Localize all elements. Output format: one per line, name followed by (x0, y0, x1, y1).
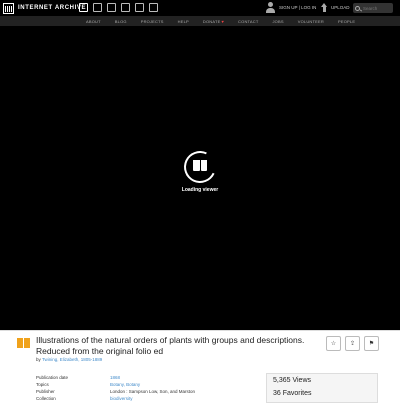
metadata-row: Publication date 1868 (36, 374, 195, 381)
top-bar: INTERNET ARCHIVE SIGN UP | LOG IN UPLOAD… (0, 0, 400, 16)
nav-contact[interactable]: CONTACT (238, 19, 258, 24)
item-stats: 5,365 Views 36 Favorites (266, 373, 378, 403)
metadata-list: Publication date 1868 Topics Botany, Bot… (36, 374, 195, 402)
metadata-row: Publisher London : Sampson Low, Son, and… (36, 388, 195, 395)
item-byline: by Twining, Elizabeth, 1805-1889 (36, 357, 102, 362)
signup-login-link[interactable]: SIGN UP | LOG IN (279, 5, 316, 10)
metadata-value-link[interactable]: Botany, Botany (110, 381, 140, 388)
archive-logo-icon (3, 2, 14, 14)
user-menu[interactable]: SIGN UP | LOG IN (266, 2, 316, 13)
book-icon (193, 160, 207, 172)
nav-blog[interactable]: BLOG (115, 19, 127, 24)
logo-text: INTERNET ARCHIVE (18, 5, 87, 11)
favorite-button[interactable]: ☆ (326, 336, 341, 351)
search-input[interactable]: Search (353, 3, 393, 13)
item-details: Illustrations of the natural orders of p… (0, 330, 400, 403)
metadata-key: Topics (36, 382, 49, 387)
nav-projects[interactable]: PROJECTS (141, 19, 164, 24)
book-viewer[interactable]: Loading viewer (0, 26, 400, 330)
metadata-row: Collection biodiversity (36, 395, 195, 402)
author-link[interactable]: Twining, Elizabeth, 1805-1889 (42, 357, 102, 362)
nav-donate[interactable]: DONATE♥ (203, 19, 224, 24)
loading-text: Loading viewer (181, 187, 219, 193)
audio-icon[interactable] (121, 3, 130, 12)
views-count: 5,365 Views (273, 377, 312, 384)
metadata-key: Collection (36, 396, 56, 401)
video-icon[interactable] (107, 3, 116, 12)
flag-button[interactable]: ⚑ (364, 336, 379, 351)
user-icon (266, 2, 275, 13)
logo-link[interactable]: INTERNET ARCHIVE (3, 2, 86, 14)
flag-icon: ⚑ (368, 341, 375, 347)
metadata-row: Topics Botany, Botany (36, 381, 195, 388)
nav-about[interactable]: ABOUT (86, 19, 101, 24)
upload-button[interactable]: UPLOAD (321, 3, 350, 12)
heart-icon: ♥ (221, 18, 225, 24)
web-icon[interactable] (79, 3, 88, 12)
item-title: Illustrations of the natural orders of p… (36, 335, 305, 356)
texts-icon (17, 338, 30, 348)
software-icon[interactable] (135, 3, 144, 12)
metadata-key: Publisher (36, 389, 55, 394)
nav-people[interactable]: PEOPLE (338, 19, 355, 24)
nav-help[interactable]: HELP (178, 19, 189, 24)
upload-icon (321, 3, 328, 12)
texts-icon[interactable] (93, 3, 102, 12)
item-actions: ☆ ⇪ ⚑ (326, 336, 379, 351)
nav-jobs[interactable]: JOBS (272, 19, 283, 24)
search-icon (355, 5, 360, 11)
metadata-value-link[interactable]: 1868 (110, 374, 120, 381)
share-icon: ⇪ (349, 341, 356, 347)
nav-volunteer[interactable]: VOLUNTEER (298, 19, 324, 24)
metadata-value: London : Sampson Low, Son, and Marston (110, 389, 196, 394)
secondary-nav: ABOUT BLOG PROJECTS HELP DONATE♥ CONTACT… (0, 16, 400, 26)
upload-label: UPLOAD (331, 5, 350, 10)
share-button[interactable]: ⇪ (345, 336, 360, 351)
metadata-key: Publication date (36, 375, 69, 380)
search-placeholder: Search (363, 5, 378, 11)
star-icon: ☆ (330, 341, 337, 347)
media-type-icons (79, 3, 158, 12)
images-icon[interactable] (149, 3, 158, 12)
metadata-value-link[interactable]: biodiversity (110, 395, 133, 402)
favorites-count: 36 Favorites (273, 390, 312, 397)
nav-donate-label: DONATE (202, 18, 221, 24)
by-prefix: by (36, 357, 41, 362)
